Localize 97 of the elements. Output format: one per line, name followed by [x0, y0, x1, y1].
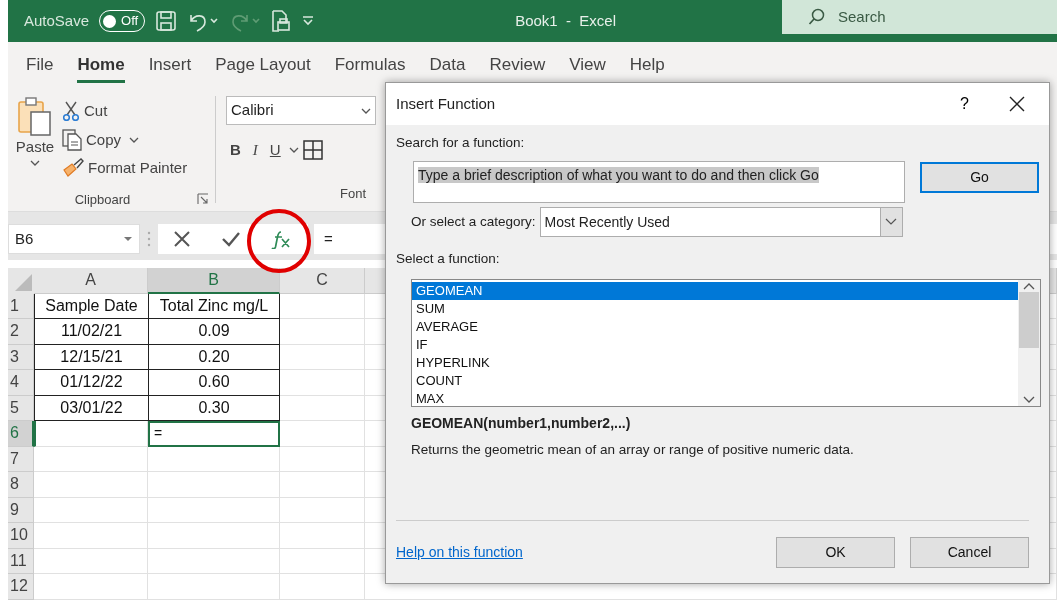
ribbon-tab[interactable]: Formulas: [322, 42, 418, 88]
borders-icon[interactable]: [302, 140, 323, 161]
copy-button[interactable]: Copy: [58, 126, 192, 153]
function-item[interactable]: HYPERLINK: [412, 353, 1018, 372]
cancel-icon[interactable]: [173, 230, 191, 248]
print-preview-icon[interactable]: [271, 9, 292, 33]
function-signature: GEOMEAN(number1,number2,...): [411, 413, 631, 433]
table-cell: 0.30: [148, 395, 280, 421]
table-cell: 12/15/21: [34, 344, 148, 370]
ribbon-tab[interactable]: Help: [617, 42, 677, 88]
grip-icon: [146, 229, 152, 249]
scroll-up-icon[interactable]: [1023, 281, 1035, 290]
autosave-label: AutoSave: [24, 10, 90, 31]
underline-button[interactable]: U: [265, 137, 285, 164]
table-cell: 01/12/22: [34, 370, 148, 396]
search-icon: [808, 8, 826, 26]
save-icon[interactable]: [155, 10, 178, 32]
caret-icon: [123, 236, 133, 242]
insert-function-icon[interactable]: [271, 229, 293, 249]
ribbon-tab[interactable]: File: [14, 42, 66, 88]
row-header[interactable]: 6: [8, 421, 34, 447]
table-cell: Total Zinc mg/L: [148, 293, 280, 319]
table-cell: 0.60: [148, 370, 280, 396]
function-item[interactable]: COUNT: [412, 371, 1018, 390]
paste-button[interactable]: Paste: [8, 96, 58, 182]
scroll-down-icon[interactable]: [1023, 395, 1035, 404]
cancel-button[interactable]: Cancel: [910, 536, 1029, 568]
font-name-field[interactable]: Calibri: [226, 96, 376, 125]
table-cell: 0.20: [148, 344, 280, 370]
group-label: Clipboard: [73, 190, 132, 209]
row-header[interactable]: 2: [8, 319, 34, 345]
bold-button[interactable]: B: [226, 137, 245, 164]
cell-reference: B6: [15, 228, 34, 249]
row-header[interactable]: 5: [8, 395, 34, 421]
format-painter-button[interactable]: Format Painter: [58, 155, 192, 182]
italic-button[interactable]: I: [248, 137, 262, 164]
ribbon-tab[interactable]: Page Layout: [203, 42, 323, 88]
go-button[interactable]: Go: [920, 162, 1039, 194]
clipboard-icon: [17, 96, 53, 136]
dialog-launcher-icon[interactable]: [197, 193, 209, 206]
table-cell: =: [148, 421, 280, 447]
close-icon[interactable]: [1009, 96, 1025, 112]
function-item[interactable]: AVERAGE: [412, 317, 1018, 336]
field-label: Search for a function:: [396, 134, 526, 152]
scroll-thumb[interactable]: [1019, 291, 1039, 348]
field-label: Select a function:: [396, 250, 501, 269]
help-link[interactable]: Help on this function: [396, 543, 523, 560]
table-cell: 0.09: [148, 319, 280, 345]
row-header[interactable]: 1: [8, 293, 34, 319]
window-title: Book1 - Excel: [515, 10, 618, 31]
row-header[interactable]: 8: [8, 472, 34, 498]
caret-icon: [361, 106, 371, 115]
row-header[interactable]: 3: [8, 344, 34, 370]
copy-icon: [62, 128, 82, 151]
function-item[interactable]: SUM: [412, 299, 1018, 318]
search-field[interactable]: Type a brief description of what you want to do and then click Go: [413, 161, 906, 204]
ribbon-tab[interactable]: Data: [417, 42, 478, 88]
function-item[interactable]: MAX: [412, 389, 1018, 408]
row-header[interactable]: 10: [8, 523, 34, 549]
category-dropdown[interactable]: Most Recently Used: [539, 207, 903, 238]
ribbon-tab[interactable]: Insert: [136, 42, 204, 88]
formula-text: =: [324, 228, 333, 249]
ribbon-tab[interactable]: View: [557, 42, 618, 88]
row-header[interactable]: 9: [8, 497, 34, 523]
group-label: Font: [339, 184, 366, 203]
paintbrush-icon: [62, 158, 84, 179]
table-cell: 03/01/22: [34, 395, 148, 421]
scrollbar[interactable]: [1018, 279, 1040, 406]
row-header[interactable]: 4: [8, 370, 34, 396]
column-header[interactable]: B: [148, 268, 280, 294]
search-placeholder: Search: [838, 6, 886, 27]
ribbon-tab[interactable]: Review: [477, 42, 558, 88]
ok-button[interactable]: OK: [776, 536, 895, 568]
search-field[interactable]: Search: [782, 0, 1057, 34]
function-item[interactable]: IF: [412, 335, 1018, 354]
column-header[interactable]: C: [280, 268, 365, 294]
table-cell: Sample Date: [34, 293, 148, 319]
customize-toolbar-icon[interactable]: [301, 14, 316, 28]
field-label: Or select a category:: [411, 213, 536, 232]
font-name: Calibri: [231, 100, 274, 121]
name-box[interactable]: B6: [8, 224, 140, 254]
column-header[interactable]: A: [34, 268, 148, 294]
caret-icon: [885, 218, 898, 227]
row-header[interactable]: 7: [8, 446, 34, 472]
ribbon-tab[interactable]: Home: [65, 42, 137, 88]
function-description: Returns the geometric mean of an array or range of positive numeric data.: [411, 440, 854, 459]
dialog-title: Insert Function: [396, 93, 497, 114]
scissors-icon: [62, 101, 80, 122]
row-header[interactable]: 11: [8, 548, 34, 574]
caret-icon: [30, 158, 40, 167]
check-icon[interactable]: [221, 230, 241, 248]
function-item[interactable]: GEOMEAN: [412, 281, 1018, 300]
table-cell: 11/02/21: [34, 319, 148, 345]
help-button[interactable]: ?: [954, 91, 975, 117]
cut-button[interactable]: Cut: [58, 98, 192, 125]
caret-icon: [288, 146, 299, 155]
row-header[interactable]: 12: [8, 574, 34, 600]
